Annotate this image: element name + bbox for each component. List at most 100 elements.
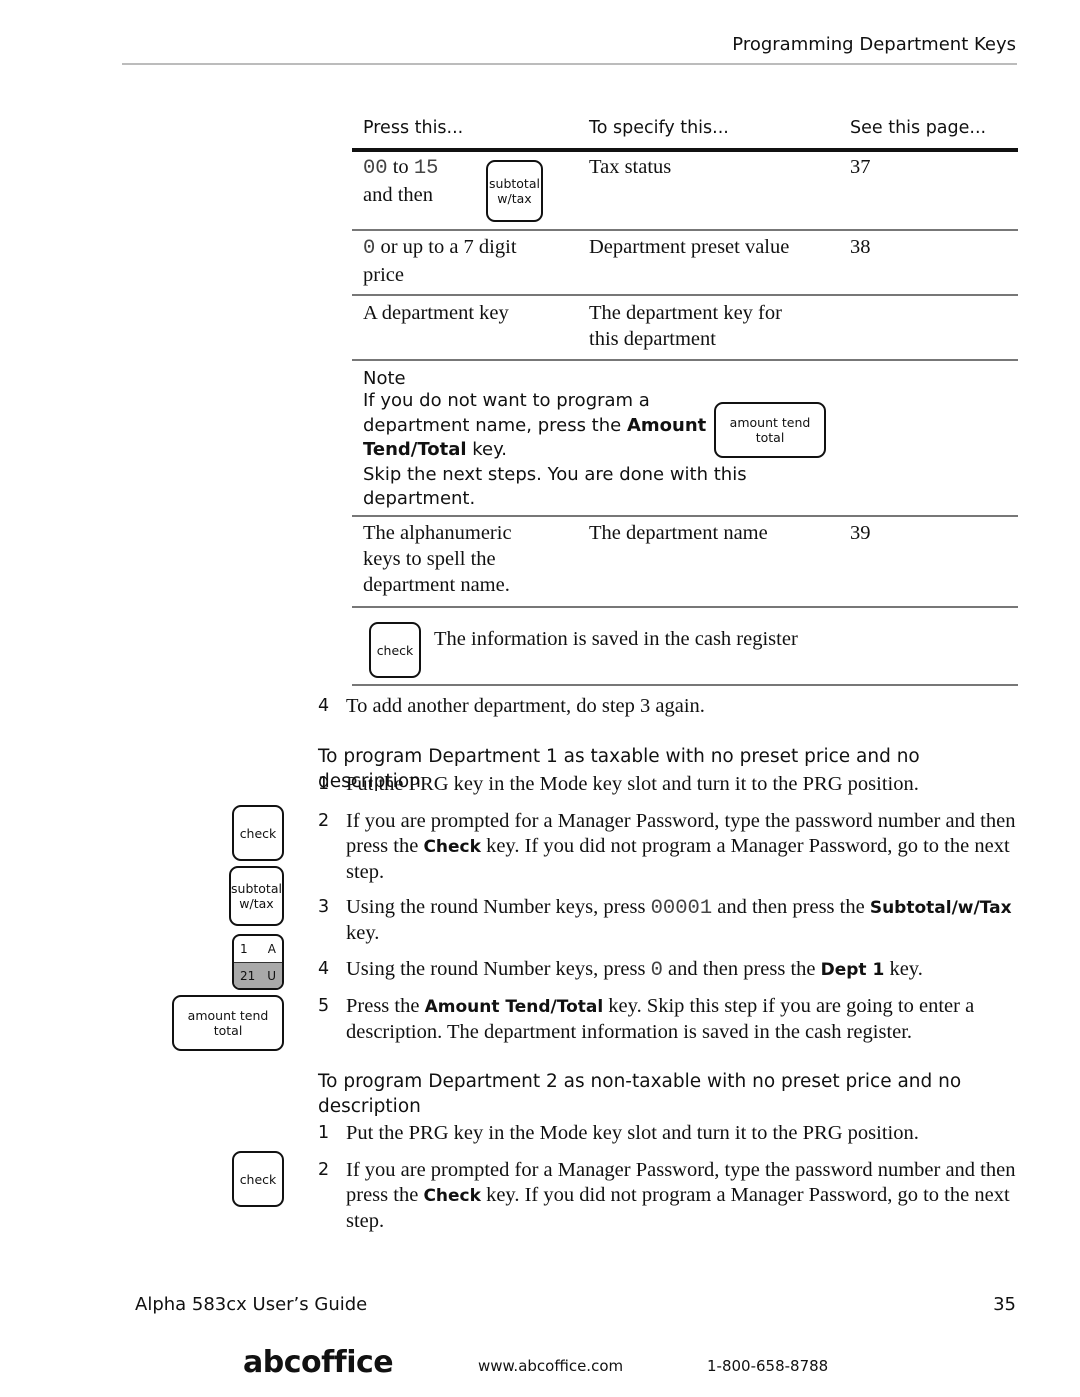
step-number: 2 (318, 1160, 330, 1180)
key-name: Amount Tend/Total (424, 997, 604, 1017)
note-line: If you do not want to program a (363, 390, 650, 411)
dept2-step-2: 2 If you are prompted for a Manager Pass… (318, 1158, 1018, 1234)
column-header-specify: To specify this... (589, 118, 729, 138)
step-text: Press the Amount Tend/Total key. Skip th… (346, 994, 1018, 1045)
row-deptkey-specify: The department key for this department (589, 300, 782, 352)
step-number: 5 (318, 996, 330, 1016)
note-line: department name, press the (363, 414, 627, 436)
note-text: If you do not want to program a departme… (363, 389, 747, 512)
entry-value: 0 (650, 959, 663, 982)
row-divider (352, 229, 1018, 231)
text: key. (884, 958, 923, 980)
key-label: subtotal (489, 176, 540, 191)
website-link[interactable]: www.abcoffice.com (478, 1357, 623, 1375)
amount-tend-total-key-icon: amount tend total (172, 995, 284, 1051)
step-number: 1 (318, 1123, 330, 1143)
note-bold: Tend/Total (363, 439, 467, 460)
dept2-heading: To program Department 2 as non-taxable w… (318, 1071, 962, 1117)
note-bold: Amount (626, 414, 707, 436)
column-header-page: See this page... (850, 118, 987, 138)
range-start: 00 (363, 157, 388, 180)
key-name: Dept 1 (820, 960, 885, 980)
row-name-page: 39 (850, 522, 871, 544)
header-divider (122, 63, 1017, 65)
key-label: total (213, 1023, 243, 1038)
page-number: 35 (993, 1294, 1016, 1315)
text: Using the round Number keys, press (346, 896, 651, 918)
key-label: total (755, 430, 785, 445)
press-text: department name. (363, 574, 510, 596)
dept1-step-2: 2 If you are prompted for a Manager Pass… (318, 809, 1018, 885)
check-key-icon: check (232, 1151, 284, 1207)
step-number: 1 (318, 774, 330, 794)
text: and then press the (662, 958, 821, 980)
dept1-step-3: 3 Using the round Number keys, press 000… (318, 895, 1018, 946)
key-label: 21 (240, 968, 256, 983)
key-name: Check (423, 837, 481, 857)
key-name: Check (423, 1186, 481, 1206)
key-label: A (267, 942, 276, 956)
step-number: 2 (318, 811, 330, 831)
row-divider (352, 684, 1018, 686)
step-text: To add another department, do step 3 aga… (346, 695, 705, 717)
text: and then press the (712, 896, 870, 918)
key-top-half: 1 A (234, 936, 282, 962)
press-text: The alphanumeric (363, 522, 512, 544)
key-label: check (239, 1171, 277, 1187)
dept-1-key-icon: 1 A 21 U (232, 934, 284, 990)
column-header-press: Press this... (363, 118, 464, 138)
check-key-icon: check (232, 805, 284, 861)
row-tax-page: 37 (850, 156, 871, 178)
press-text: keys to spell the (363, 548, 496, 570)
press-text: price (363, 264, 404, 286)
brand-logo: abcoffice (243, 1345, 394, 1380)
section-title: Programming Department Keys (732, 34, 1016, 55)
row-deptkey-press: A department key (363, 302, 509, 324)
row-name-press: The alphanumeric keys to spell the depar… (363, 520, 512, 598)
press-text: or up to a 7 digit (375, 236, 517, 258)
key-label: w/tax (239, 896, 274, 911)
key-label: amount tend (729, 415, 811, 430)
row-tax-press: 00 to 15 and then (363, 154, 438, 208)
row-preset-specify: Department preset value (589, 236, 790, 258)
note-title: Note (363, 368, 406, 389)
dept1-step-5: 5 Press the Amount Tend/Total key. Skip … (318, 994, 1018, 1045)
step-number: 4 (318, 696, 330, 716)
row-preset-page: 38 (850, 236, 871, 258)
key-label: w/tax (497, 191, 532, 206)
row-divider (352, 515, 1018, 517)
row-tax-specify: Tax status (589, 156, 672, 178)
note-line: key. (466, 439, 507, 460)
key-label: amount tend (187, 1008, 269, 1023)
key-bottom-half: 21 U (234, 962, 282, 988)
key-label: check (239, 825, 277, 841)
range-end: 15 (413, 157, 439, 180)
step-number: 4 (318, 959, 330, 979)
dept1-step-4: 4 Using the round Number keys, press 0 a… (318, 957, 1018, 983)
key-name: Subtotal/w/Tax (869, 898, 1012, 918)
note-line: department. (363, 488, 476, 509)
specify-text: this department (589, 328, 716, 350)
zero-value: 0 (363, 237, 376, 260)
entry-value: 00001 (650, 897, 713, 920)
step-add-another: 4 To add another department, do step 3 a… (318, 694, 1018, 719)
text: key. (346, 922, 380, 944)
phone-number: 1-800-658-8788 (707, 1357, 829, 1375)
guide-title: Alpha 583cx User’s Guide (135, 1294, 368, 1315)
subtotal-wtax-key-icon: subtotal w/tax (229, 866, 284, 926)
key-label: check (376, 642, 414, 658)
step-text: Using the round Number keys, press 0 and… (346, 957, 1018, 983)
and-then-text: and then (363, 184, 434, 206)
row-name-specify: The department name (589, 522, 768, 544)
dept1-step-1: 1 Put the PRG key in the Mode key slot a… (318, 772, 1018, 797)
step-text: If you are prompted for a Manager Passwo… (346, 809, 1018, 885)
key-label: U (267, 968, 276, 983)
dept2-step-1: 1 Put the PRG key in the Mode key slot a… (318, 1121, 1018, 1146)
step-text: Put the PRG key in the Mode key slot and… (346, 1122, 919, 1144)
row-divider (352, 359, 1018, 361)
step-text: If you are prompted for a Manager Passwo… (346, 1158, 1018, 1234)
row-divider (352, 294, 1018, 296)
range-to: to (387, 156, 414, 178)
text: Using the round Number keys, press (346, 958, 651, 980)
row-divider (352, 606, 1018, 608)
